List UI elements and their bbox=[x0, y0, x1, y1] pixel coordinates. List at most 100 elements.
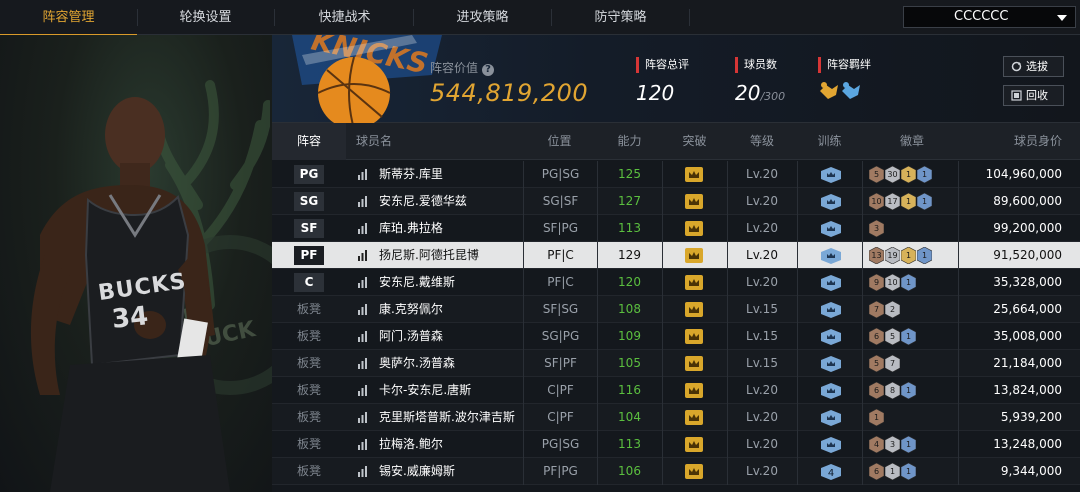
table-row[interactable]: PG 斯蒂芬.库里 PG|SG 125 Lv.20 5 30 1 1 104,960,000 bbox=[272, 161, 1080, 188]
select-players-button[interactable]: 选拔 bbox=[1003, 56, 1064, 77]
badge-bronze[interactable]: 6 bbox=[869, 463, 884, 480]
badge-blue[interactable]: 1 bbox=[901, 328, 916, 345]
breakthrough-crown-icon[interactable] bbox=[685, 194, 703, 209]
badge-gold[interactable]: 1 bbox=[901, 166, 916, 183]
help-icon[interactable]: ? bbox=[482, 64, 495, 76]
bond-icons[interactable] bbox=[818, 81, 871, 103]
training-icon[interactable] bbox=[821, 167, 841, 183]
breakthrough-crown-icon[interactable] bbox=[685, 329, 703, 344]
training-icon[interactable] bbox=[821, 248, 841, 264]
training-icon[interactable] bbox=[821, 437, 841, 453]
header-value[interactable]: 球员身价 bbox=[962, 123, 1062, 160]
badge-bronze[interactable]: 5 bbox=[869, 166, 884, 183]
breakthrough-crown-icon[interactable] bbox=[685, 383, 703, 398]
player-name[interactable]: 安东尼.戴维斯 bbox=[379, 269, 524, 296]
player-name[interactable]: 锡安.威廉姆斯 bbox=[379, 458, 524, 485]
player-name[interactable]: 库珀.弗拉格 bbox=[379, 215, 524, 242]
lineup-slot[interactable]: PF bbox=[294, 246, 324, 265]
breakthrough-crown-icon[interactable] bbox=[685, 302, 703, 317]
team-dropdown[interactable]: CCCCCC bbox=[903, 6, 1076, 28]
breakthrough-crown-icon[interactable] bbox=[685, 464, 703, 479]
training-icon[interactable] bbox=[821, 410, 841, 426]
badge-blue[interactable]: 1 bbox=[901, 436, 916, 453]
header-breakthrough[interactable]: 突破 bbox=[662, 123, 727, 160]
badge-bronze[interactable]: 6 bbox=[869, 382, 884, 399]
player-name[interactable]: 奥萨尔.汤普森 bbox=[379, 350, 524, 377]
table-row[interactable]: 板凳 阿门.汤普森 SG|PG 109 Lv.15 6 5 1 35,008,000 bbox=[272, 323, 1080, 350]
badge-silver[interactable]: 3 bbox=[885, 436, 900, 453]
badge-bronze[interactable]: 5 bbox=[869, 355, 884, 372]
badge-bronze[interactable]: 7 bbox=[869, 301, 884, 318]
badge-blue[interactable]: 1 bbox=[917, 166, 932, 183]
table-row[interactable]: 板凳 卡尔-安东尼.唐斯 C|PF 116 Lv.20 6 8 1 13,824,000 bbox=[272, 377, 1080, 404]
lineup-slot[interactable]: 板凳 bbox=[294, 354, 324, 373]
badge-blue[interactable]: 1 bbox=[901, 274, 916, 291]
tab-quick-tactics[interactable]: 快捷战术 bbox=[276, 0, 413, 35]
table-row[interactable]: SF 库珀.弗拉格 SF|PG 113 Lv.20 3 99,200,000 bbox=[272, 215, 1080, 242]
lineup-slot[interactable]: 板凳 bbox=[294, 435, 324, 454]
lineup-slot[interactable]: SF bbox=[294, 219, 324, 238]
badge-blue[interactable]: 1 bbox=[901, 382, 916, 399]
player-name[interactable]: 卡尔-安东尼.唐斯 bbox=[379, 377, 524, 404]
training-icon[interactable]: 4 bbox=[821, 464, 841, 480]
tab-offense-strategy[interactable]: 进攻策略 bbox=[414, 0, 551, 35]
player-name[interactable]: 斯蒂芬.库里 bbox=[379, 161, 524, 188]
player-name[interactable]: 扬尼斯.阿德托昆博 bbox=[379, 242, 524, 269]
table-row[interactable]: 板凳 康.克努佩尔 SF|SG 108 Lv.15 7 2 25,664,000 bbox=[272, 296, 1080, 323]
header-level[interactable]: 等级 bbox=[727, 123, 797, 160]
player-name[interactable]: 康.克努佩尔 bbox=[379, 296, 524, 323]
training-icon[interactable] bbox=[821, 275, 841, 291]
lineup-slot[interactable]: SG bbox=[294, 192, 324, 211]
badge-silver[interactable]: 1 bbox=[885, 463, 900, 480]
badge-blue[interactable]: 1 bbox=[917, 193, 932, 210]
badge-blue[interactable]: 1 bbox=[901, 463, 916, 480]
badge-bronze[interactable]: 10 bbox=[869, 193, 884, 210]
lineup-slot[interactable]: 板凳 bbox=[294, 462, 324, 481]
header-training[interactable]: 训练 bbox=[797, 123, 862, 160]
badge-bronze[interactable]: 4 bbox=[869, 436, 884, 453]
header-lineup[interactable]: 阵容 bbox=[272, 123, 346, 160]
badge-silver[interactable]: 7 bbox=[885, 355, 900, 372]
badge-silver[interactable]: 30 bbox=[885, 166, 900, 183]
table-row[interactable]: 板凳 奥萨尔.汤普森 SF|PF 105 Lv.15 5 7 21,184,000 bbox=[272, 350, 1080, 377]
table-row[interactable]: 板凳 锡安.威廉姆斯 PF|PG 106 Lv.20 4 6 1 1 9,344,000 bbox=[272, 458, 1080, 485]
badge-silver[interactable]: 17 bbox=[885, 193, 900, 210]
badge-silver[interactable]: 19 bbox=[885, 247, 900, 264]
training-icon[interactable] bbox=[821, 356, 841, 372]
badge-bronze[interactable]: 6 bbox=[869, 328, 884, 345]
training-icon[interactable] bbox=[821, 194, 841, 210]
training-icon[interactable] bbox=[821, 302, 841, 318]
header-badges[interactable]: 徽章 bbox=[862, 123, 962, 160]
table-row[interactable]: PF 扬尼斯.阿德托昆博 PF|C 129 Lv.20 13 19 1 1 91,520,000 bbox=[272, 242, 1080, 269]
badge-bronze[interactable]: 9 bbox=[869, 274, 884, 291]
player-name[interactable]: 安东尼.爱德华兹 bbox=[379, 188, 524, 215]
recycle-button[interactable]: 回收 bbox=[1003, 85, 1064, 106]
lineup-slot[interactable]: PG bbox=[294, 165, 324, 184]
lineup-slot[interactable]: 板凳 bbox=[294, 300, 324, 319]
tab-defense-strategy[interactable]: 防守策略 bbox=[552, 0, 689, 35]
badge-silver[interactable]: 8 bbox=[885, 382, 900, 399]
breakthrough-crown-icon[interactable] bbox=[685, 221, 703, 236]
header-name[interactable]: 球员名 bbox=[356, 123, 416, 160]
tab-lineup-management[interactable]: 阵容管理 bbox=[0, 0, 137, 36]
badge-silver[interactable]: 5 bbox=[885, 328, 900, 345]
badge-gold[interactable]: 1 bbox=[901, 247, 916, 264]
player-name[interactable]: 拉梅洛.鲍尔 bbox=[379, 431, 524, 458]
player-name[interactable]: 阿门.汤普森 bbox=[379, 323, 524, 350]
header-position[interactable]: 位置 bbox=[522, 123, 597, 160]
breakthrough-crown-icon[interactable] bbox=[685, 410, 703, 425]
table-row[interactable]: 板凳 拉梅洛.鲍尔 PG|SG 113 Lv.20 4 3 1 13,248,000 bbox=[272, 431, 1080, 458]
badge-silver[interactable]: 10 bbox=[885, 274, 900, 291]
badge-bronze[interactable]: 1 bbox=[869, 409, 884, 426]
badge-bronze[interactable]: 13 bbox=[869, 247, 884, 264]
table-row[interactable]: SG 安东尼.爱德华兹 SG|SF 127 Lv.20 10 17 1 1 89,600,000 bbox=[272, 188, 1080, 215]
player-name[interactable]: 克里斯塔普斯.波尔津吉斯 bbox=[379, 404, 524, 431]
table-row[interactable]: C 安东尼.戴维斯 PF|C 120 Lv.20 9 10 1 35,328,000 bbox=[272, 269, 1080, 296]
lineup-slot[interactable]: C bbox=[294, 273, 324, 292]
tab-rotation-settings[interactable]: 轮换设置 bbox=[137, 0, 274, 35]
table-row[interactable]: 板凳 克里斯塔普斯.波尔津吉斯 C|PF 104 Lv.20 1 5,939,200 bbox=[272, 404, 1080, 431]
breakthrough-crown-icon[interactable] bbox=[685, 275, 703, 290]
badge-silver[interactable]: 2 bbox=[885, 301, 900, 318]
breakthrough-crown-icon[interactable] bbox=[685, 356, 703, 371]
badge-blue[interactable]: 1 bbox=[917, 247, 932, 264]
